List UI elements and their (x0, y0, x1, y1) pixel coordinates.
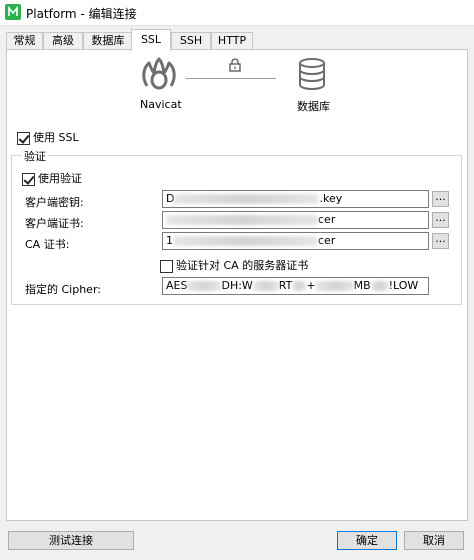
redacted-text (315, 281, 354, 291)
use-ssl-row: 使用 SSL (17, 129, 79, 145)
client-cert-input[interactable]: cer (162, 211, 429, 229)
browse-client-cert-button[interactable]: ... (432, 212, 449, 228)
cipher-input[interactable]: AES DH:W RT + MB !LOW (162, 277, 429, 295)
database-icon (299, 58, 325, 90)
lock-icon (229, 58, 241, 72)
cancel-button[interactable]: 取消 (404, 531, 464, 550)
redacted-text (292, 281, 307, 291)
tab-ssl[interactable]: SSL (131, 29, 171, 51)
client-key-label: 客户端密钥: (25, 196, 84, 209)
verify-ca-label: 验证针对 CA 的服务器证书 (176, 259, 309, 272)
use-auth-label: 使用验证 (38, 172, 82, 185)
browse-ca-cert-button[interactable]: ... (432, 233, 449, 249)
ca-cert-label: CA 证书: (25, 238, 70, 251)
redacted-text (173, 236, 318, 246)
connection-line (186, 78, 276, 79)
redacted-text (187, 281, 222, 291)
verify-ca-row: 验证针对 CA 的服务器证书 (160, 257, 308, 273)
tab-http[interactable]: HTTP (211, 32, 253, 50)
redacted-text (252, 281, 279, 291)
navicat-logo-icon (5, 4, 21, 20)
client-cert-label: 客户端证书: (25, 217, 84, 230)
use-ssl-checkbox[interactable] (17, 131, 30, 145)
verify-ca-checkbox[interactable] (160, 259, 173, 273)
navicat-icon (142, 57, 176, 90)
database-label: 数据库 (297, 100, 330, 113)
tab-advanced[interactable]: 高级 (43, 32, 83, 50)
redacted-text (166, 215, 318, 225)
window-title: Platform - 编辑连接 (26, 7, 137, 21)
auth-group-title: 验证 (22, 148, 48, 164)
navicat-label: Navicat (140, 98, 182, 111)
ok-button[interactable]: 确定 (337, 531, 397, 550)
use-auth-row: 使用验证 (22, 170, 82, 186)
browse-client-key-button[interactable]: ... (432, 191, 449, 207)
tab-ssh[interactable]: SSH (171, 32, 211, 50)
use-ssl-label: 使用 SSL (33, 131, 79, 144)
tab-general[interactable]: 常规 (6, 32, 43, 50)
cipher-label: 指定的 Cipher: (25, 283, 101, 296)
client-key-input[interactable]: D .key (162, 190, 429, 208)
ca-cert-input[interactable]: 1 cer (162, 232, 429, 250)
tab-database[interactable]: 数据库 (83, 32, 133, 50)
redacted-text (174, 194, 320, 204)
use-auth-checkbox[interactable] (22, 172, 35, 186)
test-connection-button[interactable]: 测试连接 (8, 531, 134, 550)
title-bar: Platform - 编辑连接 (0, 0, 474, 26)
redacted-text (370, 281, 389, 291)
